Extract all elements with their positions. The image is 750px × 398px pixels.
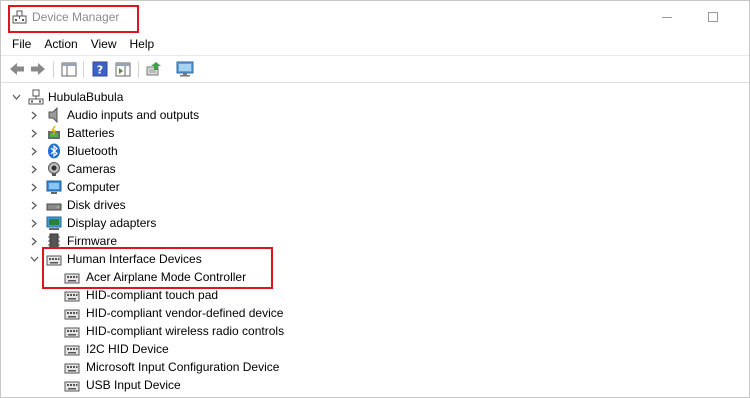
tree-child-label: HID-compliant touch pad: [86, 288, 219, 302]
tree-child-acer-airplane-mode-controller[interactable]: Acer Airplane Mode Controller: [1, 268, 749, 286]
hid-device-icon: [64, 327, 80, 338]
expand-arrow-icon[interactable]: [28, 232, 40, 250]
menu-action[interactable]: Action: [38, 34, 84, 54]
tree-item-cameras[interactable]: Cameras: [1, 160, 749, 178]
toolbar: ?: [1, 55, 749, 83]
tree-item-bluetooth[interactable]: Bluetooth: [1, 142, 749, 160]
bluetooth-icon: [48, 143, 60, 159]
svg-text:?: ?: [97, 64, 103, 77]
tree-item-label: Firmware: [67, 234, 117, 248]
hid-device-icon: [64, 363, 80, 374]
tree-item-label: Audio inputs and outputs: [67, 108, 200, 122]
tree-child-microsoft-input-configuration-device[interactable]: Microsoft Input Configuration Device: [1, 358, 749, 376]
maximize-icon: [708, 12, 718, 22]
hid-device-icon: [64, 345, 80, 356]
expand-arrow-icon[interactable]: [28, 214, 40, 232]
title-bar[interactable]: Device Manager: [1, 1, 749, 33]
menu-view[interactable]: View: [85, 34, 124, 54]
menu-file[interactable]: File: [1, 34, 38, 54]
tree-item-display-adapters[interactable]: Display adapters: [1, 214, 749, 232]
help-button[interactable]: ?: [90, 60, 110, 78]
computer-root-icon: [28, 89, 44, 105]
hid-icon: [46, 255, 62, 266]
action-pane-button[interactable]: [113, 60, 133, 78]
tree-child-label: HID-compliant vendor-defined device: [86, 306, 284, 320]
tree-root[interactable]: HubulaBubula: [1, 88, 749, 106]
collapse-arrow-icon[interactable]: [28, 250, 40, 268]
battery-icon: [48, 125, 60, 139]
tree-child-hid-vendor-defined-device[interactable]: HID-compliant vendor-defined device: [1, 304, 749, 322]
tree-item-label: Display adapters: [67, 216, 157, 230]
device-tree: HubulaBubula Audio inputs and outputs Ba…: [1, 85, 749, 397]
toolbar-separator: [138, 61, 139, 78]
disk-drive-icon: [46, 203, 62, 211]
tree-item-label: Disk drives: [67, 198, 126, 212]
properties-button[interactable]: [59, 60, 79, 78]
scan-hardware-button[interactable]: [175, 60, 195, 78]
maximize-button[interactable]: [690, 1, 736, 33]
speaker-icon: [48, 107, 58, 123]
forward-icon: [31, 63, 45, 75]
tree-item-batteries[interactable]: Batteries: [1, 124, 749, 142]
expand-arrow-icon[interactable]: [28, 106, 40, 124]
menu-bar: File Action View Help: [1, 34, 749, 54]
back-button[interactable]: [7, 60, 27, 78]
tree-child-label: Acer Airplane Mode Controller: [86, 270, 247, 284]
firmware-icon: [48, 233, 60, 249]
expand-arrow-icon[interactable]: [28, 196, 40, 214]
expand-arrow-icon[interactable]: [28, 142, 40, 160]
tree-item-label: Bluetooth: [67, 144, 118, 158]
computer-icon: [46, 180, 62, 194]
hid-device-icon: [64, 291, 80, 302]
help-icon: ?: [92, 61, 108, 77]
device-manager-window: Device Manager File Action View Help ? H…: [0, 0, 750, 398]
collapse-arrow-icon[interactable]: [10, 88, 22, 106]
tree-child-label: HID-compliant wireless radio controls: [86, 324, 285, 338]
tree-item-label: Cameras: [67, 162, 116, 176]
minimize-icon: [662, 16, 672, 18]
tree-child-label: I2C HID Device: [86, 342, 169, 356]
tree-item-label: Human Interface Devices: [67, 252, 202, 266]
root-label: HubulaBubula: [48, 90, 124, 104]
tree-child-hid-wireless-radio-controls[interactable]: HID-compliant wireless radio controls: [1, 322, 749, 340]
update-driver-icon: [146, 62, 161, 76]
hid-device-icon: [64, 381, 80, 392]
scan-hardware-icon: [176, 61, 194, 77]
tree-item-human-interface-devices[interactable]: Human Interface Devices: [1, 250, 749, 268]
display-adapter-icon: [46, 216, 62, 230]
tree-item-firmware[interactable]: Firmware: [1, 232, 749, 250]
update-driver-button[interactable]: [144, 60, 164, 78]
tree-child-hid-touch-pad[interactable]: HID-compliant touch pad: [1, 286, 749, 304]
properties-icon: [61, 62, 77, 76]
tree-child-label: USB Input Device: [86, 378, 181, 392]
hid-device-icon: [64, 273, 80, 284]
tree-child-i2c-hid-device[interactable]: I2C HID Device: [1, 340, 749, 358]
tree-item-label: Batteries: [67, 126, 115, 140]
tree-item-disk-drives[interactable]: Disk drives: [1, 196, 749, 214]
menu-help[interactable]: Help: [124, 34, 162, 54]
window-title: Device Manager: [32, 10, 120, 24]
toolbar-separator: [83, 61, 84, 78]
tree-child-usb-input-device[interactable]: USB Input Device: [1, 376, 749, 394]
minimize-button[interactable]: [644, 1, 690, 33]
expand-arrow-icon[interactable]: [28, 160, 40, 178]
device-manager-app-icon: [12, 10, 27, 24]
expand-arrow-icon[interactable]: [28, 124, 40, 142]
back-icon: [10, 63, 24, 75]
toolbar-separator: [53, 61, 54, 78]
hid-device-icon: [64, 309, 80, 320]
action-pane-icon: [115, 62, 131, 76]
tree-item-audio[interactable]: Audio inputs and outputs: [1, 106, 749, 124]
forward-button[interactable]: [28, 60, 48, 78]
expand-arrow-icon[interactable]: [28, 178, 40, 196]
camera-icon: [48, 162, 60, 176]
tree-item-label: Computer: [67, 180, 120, 194]
tree-item-computer[interactable]: Computer: [1, 178, 749, 196]
tree-child-label: Microsoft Input Configuration Device: [86, 360, 280, 374]
